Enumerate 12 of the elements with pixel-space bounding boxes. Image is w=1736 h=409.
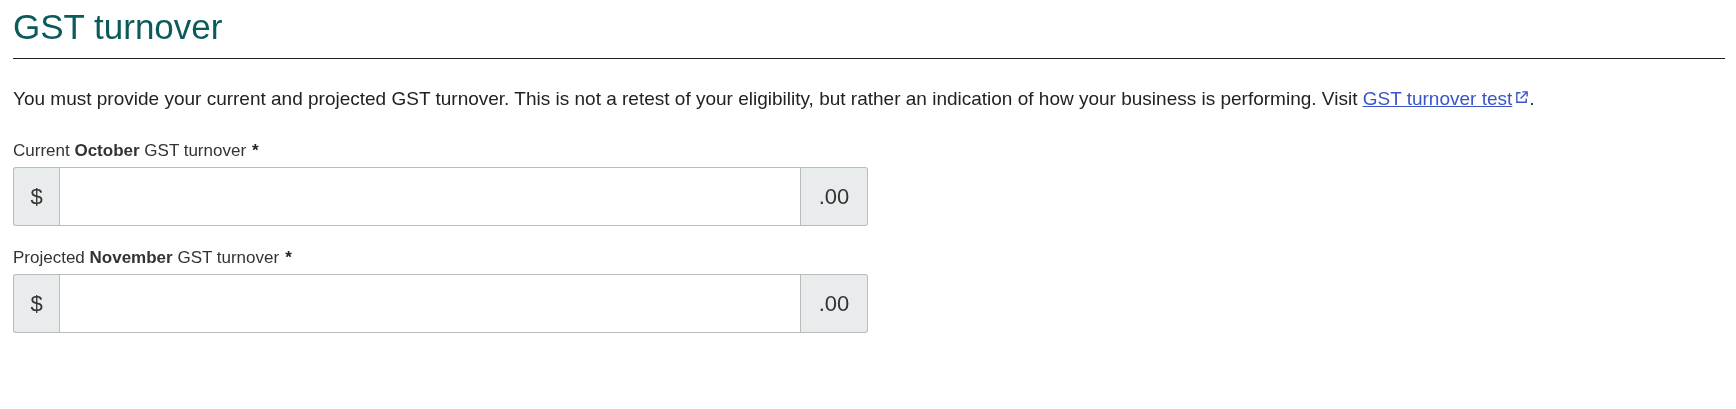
gst-turnover-test-link[interactable]: GST turnover test <box>1362 88 1530 109</box>
field-label: Current October GST turnover * <box>13 141 259 161</box>
intro-paragraph: You must provide your current and projected GST turnover. This is not a retest of your eligibility, but rather an indication of how your business is performing. Visit GST turnover test . <box>13 87 1536 111</box>
cents-suffix: .00 <box>801 167 868 226</box>
currency-prefix: $ <box>13 167 59 226</box>
external-link-icon <box>1514 90 1530 105</box>
amount-input[interactable] <box>59 167 801 226</box>
currency-prefix: $ <box>13 274 59 333</box>
page-heading: GST turnover <box>13 6 1725 59</box>
field-label: Projected November GST turnover * <box>13 248 292 268</box>
amount-input[interactable] <box>59 274 801 333</box>
cents-suffix: .00 <box>801 274 868 333</box>
